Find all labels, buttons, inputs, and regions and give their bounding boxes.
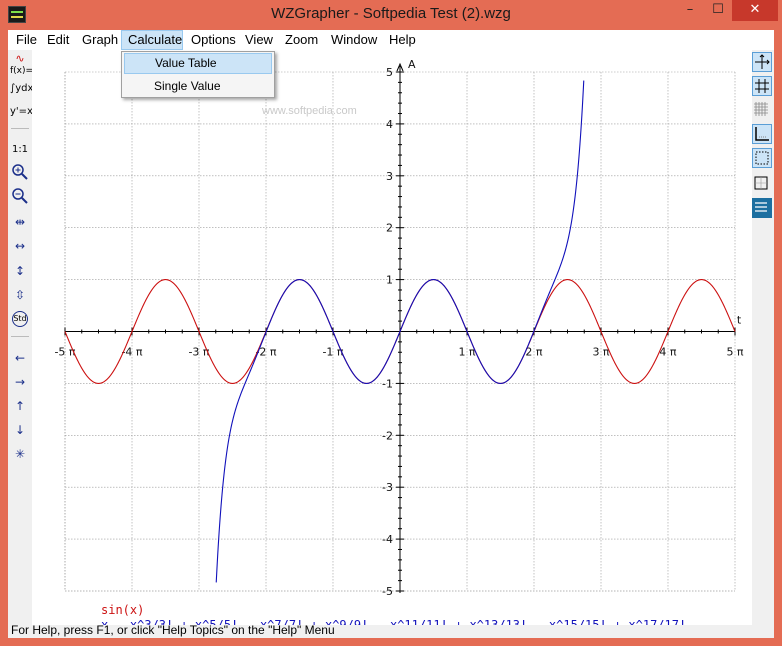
standard-zoom-label: Std: [12, 311, 28, 327]
x-tick-label: 2 π: [525, 346, 542, 359]
status-text: For Help, press F1, or click "Help Topic…: [11, 623, 335, 637]
shrink-x-icon[interactable]: ↔: [10, 236, 30, 256]
integral-icon[interactable]: ∫ydx: [10, 79, 33, 99]
menu-zoom[interactable]: Zoom: [279, 30, 324, 50]
y-tick-label: 1: [386, 274, 393, 287]
legend-entry-sin: sin(x): [101, 603, 145, 617]
center-icon[interactable]: ✳: [10, 444, 30, 464]
maximize-button[interactable]: ☐: [704, 0, 732, 21]
zoom-out-icon[interactable]: [10, 187, 30, 207]
left-toolbar: ∿ f(x)= ∫ydx y'=xy 1:1 ⇹ ↔ ↕ ⇳ Std ← → ↑ …: [8, 50, 39, 625]
function-label: f(x)=: [10, 66, 34, 76]
right-toolbar: [752, 50, 774, 625]
y-axis-label: A: [408, 58, 416, 71]
minimize-button[interactable]: –: [676, 0, 704, 21]
x-tick-label: -2 π: [255, 346, 276, 359]
status-bar: For Help, press F1, or click "Help Topic…: [8, 623, 774, 638]
menu-file[interactable]: File: [10, 30, 43, 50]
menu-graph[interactable]: Graph: [76, 30, 124, 50]
toolbar-separator: [11, 336, 29, 337]
x-tick-label: 4 π: [659, 346, 676, 359]
axes-icon[interactable]: [752, 52, 772, 72]
pan-down-icon[interactable]: ↓: [10, 420, 30, 440]
y-tick-label: -1: [382, 377, 393, 390]
y-tick-label: 4: [386, 118, 393, 131]
graph-canvas[interactable]: -5 π -4 π -3 π -2 π -1 π1 π2 π3 π4 π5 π -5 -4-…: [32, 50, 752, 632]
x-tick-label: -1 π: [322, 346, 343, 359]
border-icon[interactable]: [752, 174, 772, 194]
menu-item-single-value[interactable]: Single Value: [124, 76, 272, 97]
equation-list-icon[interactable]: [752, 198, 772, 218]
fine-grid-icon[interactable]: [752, 100, 772, 120]
menu-edit[interactable]: Edit: [41, 30, 75, 50]
pan-left-icon[interactable]: ←: [10, 348, 30, 368]
grid-icon[interactable]: [752, 76, 772, 96]
x-tick-label: -5 π: [54, 346, 75, 359]
menu-options[interactable]: Options: [185, 30, 242, 50]
client-area: File Edit Graph Calculate Options View Z…: [8, 30, 774, 638]
menu-view[interactable]: View: [239, 30, 279, 50]
title-bar[interactable]: WZGrapher - Softpedia Test (2).wzg – ☐ ✕: [0, 0, 782, 30]
dotted-frame-icon[interactable]: [752, 148, 772, 168]
standard-zoom-icon[interactable]: Std: [10, 309, 30, 329]
y-tick-label: 3: [386, 170, 393, 183]
zoom-in-icon[interactable]: [10, 163, 30, 183]
stretch-x-icon[interactable]: ⇹: [10, 212, 30, 232]
x-tick-label: -3 π: [188, 346, 209, 359]
shrink-y-icon[interactable]: ⇳: [10, 285, 30, 305]
plot[interactable]: -5 π -4 π -3 π -2 π -1 π1 π2 π3 π4 π5 π-5-4-…: [32, 50, 752, 625]
pan-up-icon[interactable]: ↑: [10, 396, 30, 416]
menu-calculate[interactable]: Calculate: [121, 30, 183, 50]
y-tick-label: -3: [382, 481, 393, 494]
x-tick-label: -4 π: [121, 346, 142, 359]
y-tick-label: -2: [382, 429, 393, 442]
menu-bar: File Edit Graph Calculate Options View Z…: [8, 30, 774, 50]
menu-window[interactable]: Window: [325, 30, 383, 50]
pan-right-icon[interactable]: →: [10, 372, 30, 392]
stretch-y-icon[interactable]: ↕: [10, 261, 30, 281]
y-tick-label: 5: [386, 66, 393, 79]
function-icon[interactable]: ∿ f(x)=: [10, 53, 34, 76]
y-tick-label: -5: [382, 585, 393, 598]
derivative-icon[interactable]: y'=xy: [10, 102, 39, 122]
x-tick-label: 5 π: [726, 346, 743, 359]
x-axis-label: t: [737, 314, 742, 327]
y-tick-label: -4: [382, 533, 393, 546]
window-title: WZGrapher - Softpedia Test (2).wzg: [271, 5, 511, 22]
app-window: WZGrapher - Softpedia Test (2).wzg – ☐ ✕…: [0, 0, 782, 646]
zoom-1to1-icon[interactable]: 1:1: [10, 140, 30, 160]
menu-help[interactable]: Help: [383, 30, 422, 50]
toolbar-separator: [11, 128, 29, 129]
close-button[interactable]: ✕: [732, 0, 778, 21]
watermark: www.softpedia.com: [262, 105, 357, 117]
frame-icon[interactable]: [752, 124, 772, 144]
calculate-dropdown: Value Table Single Value: [121, 51, 275, 98]
menu-item-value-table[interactable]: Value Table: [124, 53, 272, 74]
y-tick-label: 2: [386, 222, 393, 235]
